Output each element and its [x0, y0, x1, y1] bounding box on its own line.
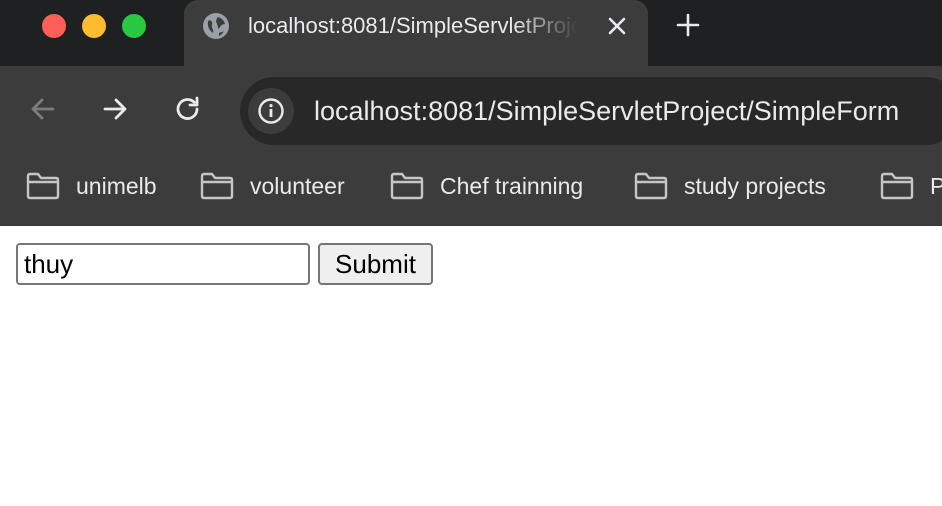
- tab-title: localhost:8081/SimpleServletProject/Simp…: [248, 13, 578, 38]
- page-content: Submit: [0, 226, 942, 506]
- browser-tab[interactable]: localhost:8081/SimpleServletProject/Simp…: [184, 0, 648, 66]
- name-input[interactable]: [16, 243, 310, 285]
- bookmark-label: unimelb: [76, 172, 157, 199]
- globe-icon: [203, 13, 229, 39]
- bookmark-folder-p[interactable]: P: [880, 156, 942, 216]
- arrow-left-icon[interactable]: [28, 94, 58, 124]
- url-text[interactable]: localhost:8081/SimpleServletProject/Simp…: [314, 77, 899, 145]
- browser-toolbar: localhost:8081/SimpleServletProject/Simp…: [0, 66, 942, 156]
- bookmark-folder-chef-trainning[interactable]: Chef trainning: [390, 156, 583, 216]
- folder-icon: [200, 172, 234, 200]
- folder-icon: [634, 172, 668, 200]
- info-icon: [258, 98, 284, 124]
- bookmark-folder-study-projects[interactable]: study projects: [634, 156, 826, 216]
- reload-icon[interactable]: [173, 94, 203, 124]
- address-bar[interactable]: localhost:8081/SimpleServletProject/Simp…: [240, 77, 942, 145]
- window-minimize-button[interactable]: [82, 14, 106, 38]
- window-close-button[interactable]: [42, 14, 66, 38]
- tab-strip: localhost:8081/SimpleServletProject/Simp…: [0, 0, 942, 66]
- submit-button[interactable]: Submit: [318, 243, 433, 285]
- bookmark-label: volunteer: [250, 172, 345, 199]
- bookmark-folder-unimelb[interactable]: unimelb: [26, 156, 157, 216]
- window-zoom-button[interactable]: [122, 14, 146, 38]
- arrow-right-icon[interactable]: [100, 94, 130, 124]
- plus-icon[interactable]: [674, 11, 702, 39]
- bookmark-label: Chef trainning: [440, 172, 584, 199]
- folder-icon: [26, 172, 60, 200]
- bookmarks-bar: unimelb volunteer Chef trainning study p…: [0, 156, 942, 226]
- close-icon[interactable]: [604, 13, 630, 39]
- bookmark-label: study projects: [684, 172, 826, 199]
- folder-icon: [390, 172, 424, 200]
- bookmark-label: P: [930, 172, 942, 199]
- site-info-button[interactable]: [248, 88, 294, 134]
- folder-icon: [880, 172, 914, 200]
- bookmark-folder-volunteer[interactable]: volunteer: [200, 156, 345, 216]
